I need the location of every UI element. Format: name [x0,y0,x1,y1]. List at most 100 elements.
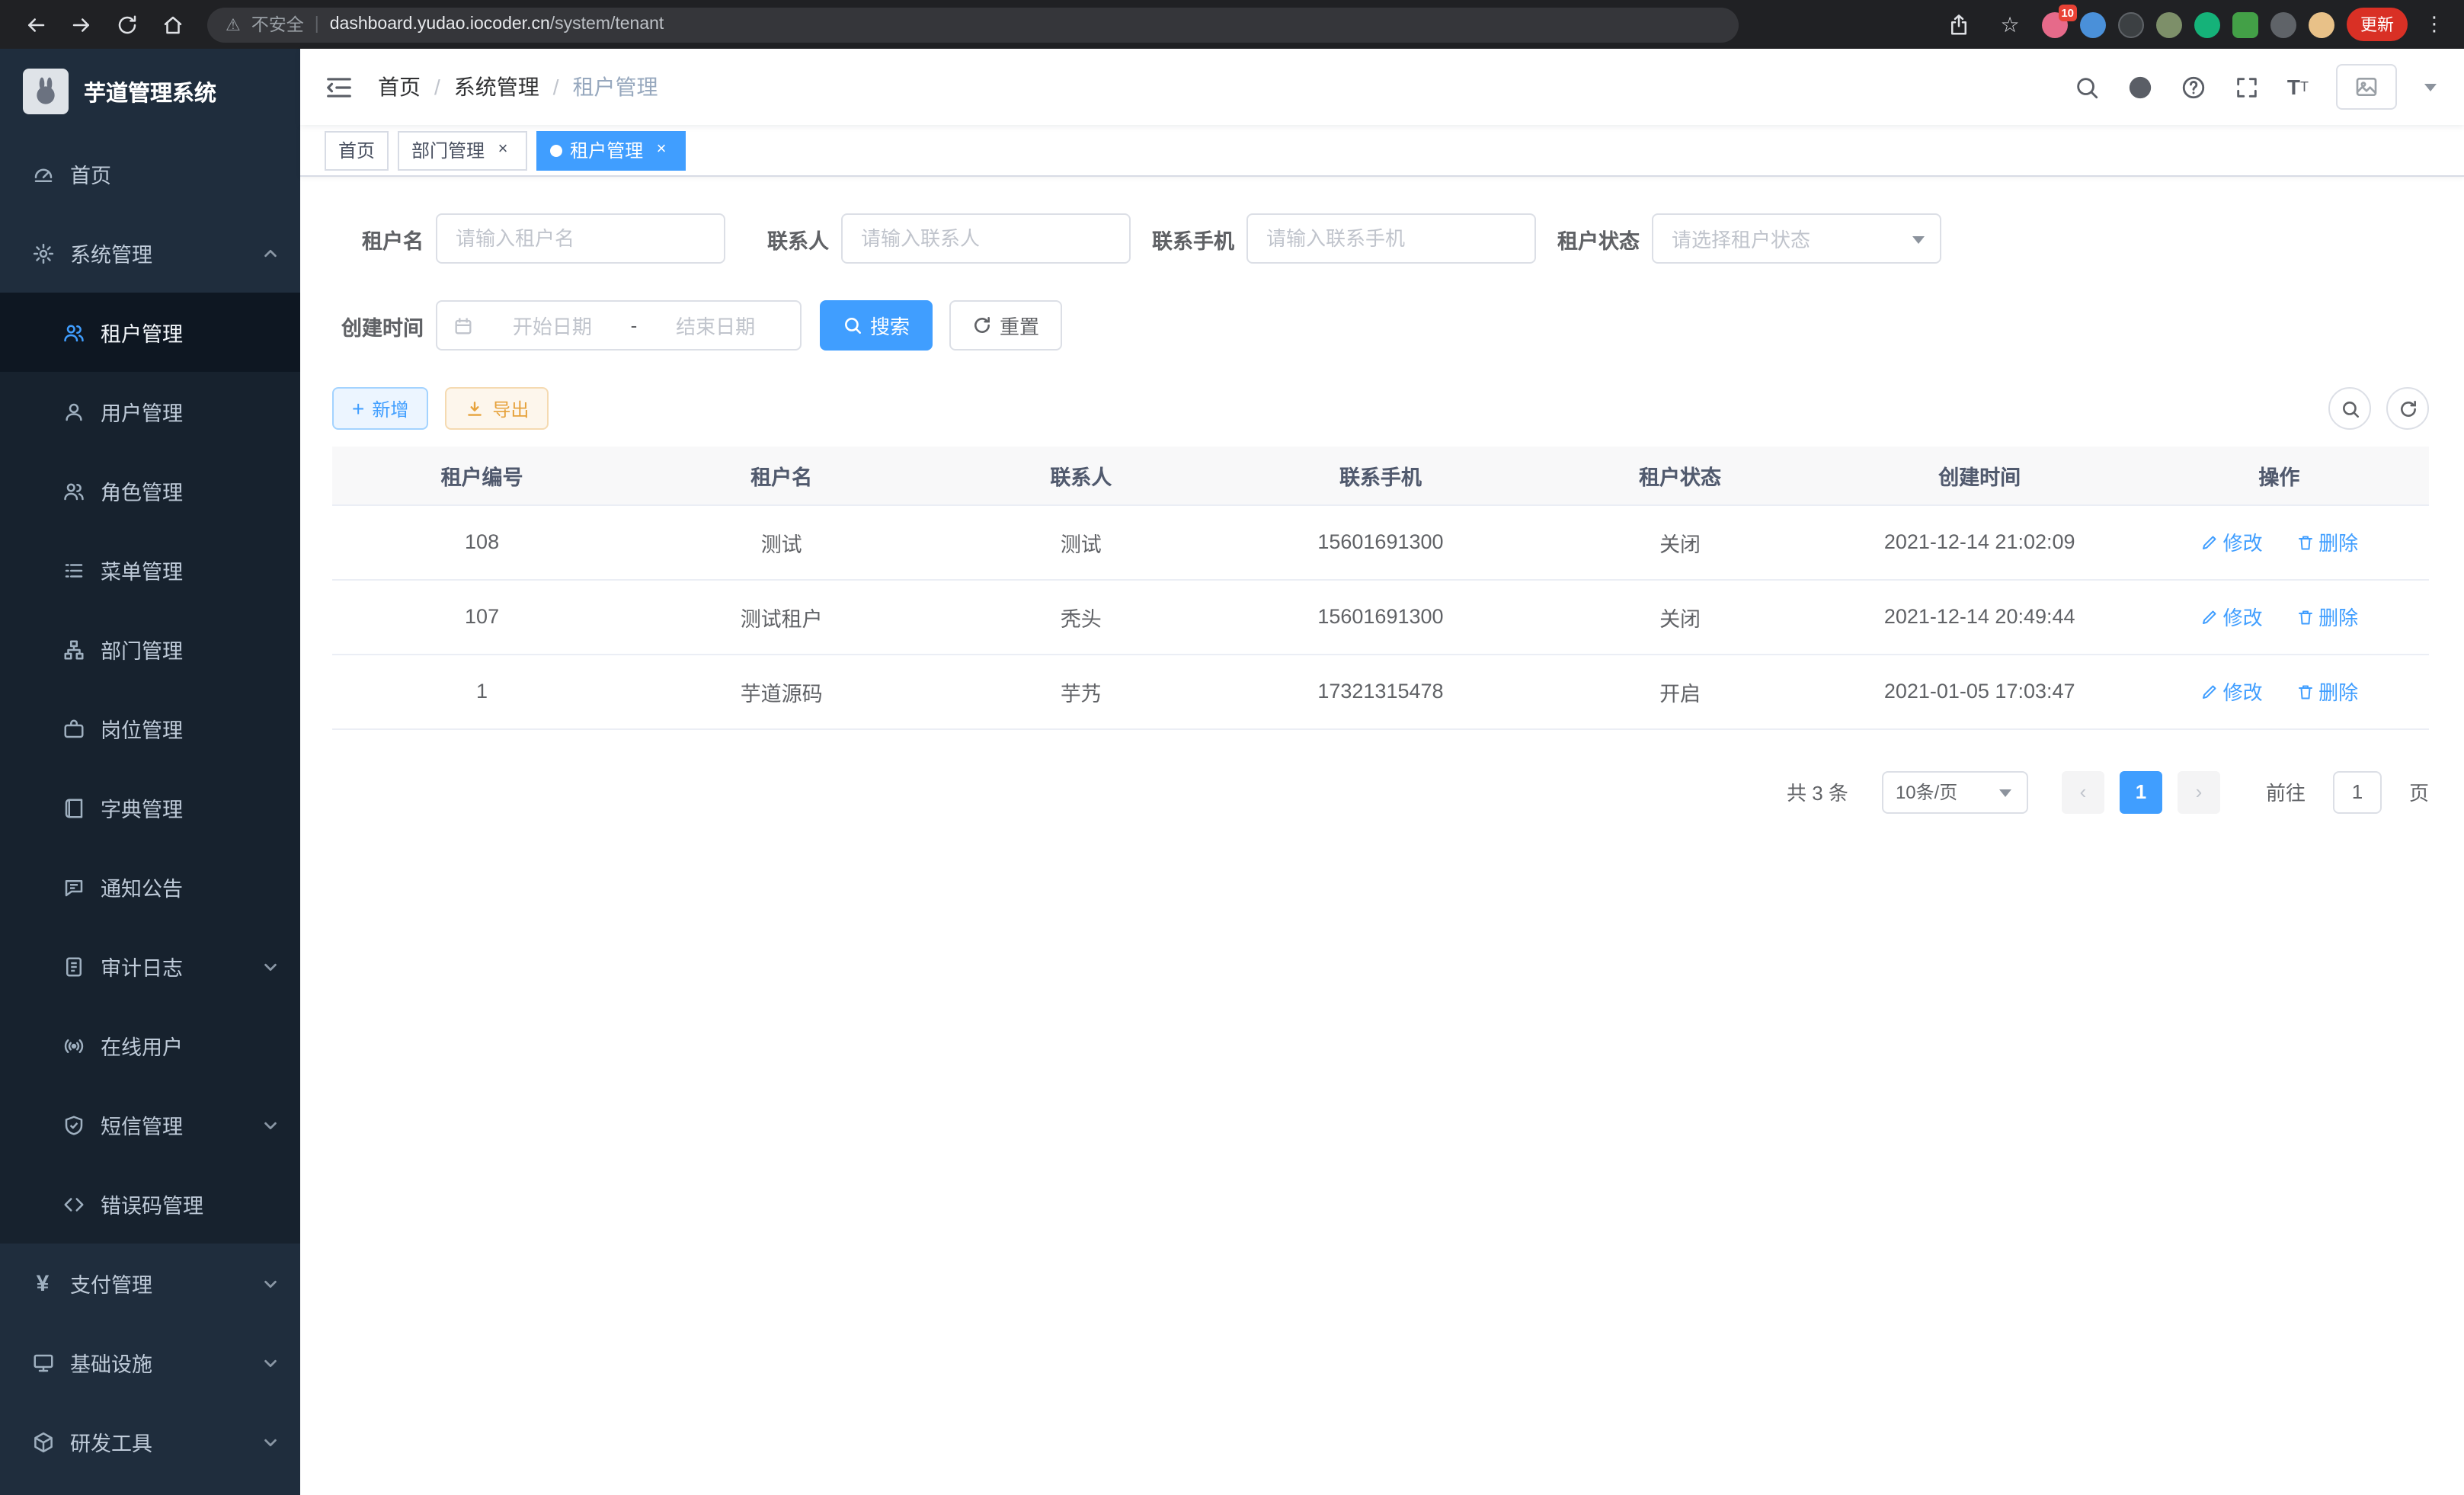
sidebar-item-error-code[interactable]: 错误码管理 [0,1164,300,1244]
chevron-down-icon [262,1275,279,1292]
sidebar-item-devtools[interactable]: 研发工具 [0,1402,300,1481]
chevron-down-icon [262,1433,279,1450]
extension-green-chat-icon[interactable] [2232,11,2258,37]
sidebar-item-notice[interactable]: 通知公告 [0,847,300,927]
user-icon [61,399,85,424]
delete-button[interactable]: 删除 [2296,527,2358,556]
edit-button[interactable]: 修改 [2200,527,2263,556]
chevron-up-icon [262,245,279,261]
export-button[interactable]: 导出 [445,387,549,430]
page-size-select[interactable]: 10条/页 [1882,770,2028,813]
contact-input[interactable] [841,213,1131,264]
bookmark-star-icon[interactable]: ☆ [1990,5,2030,44]
sidebar-item-home[interactable]: 首页 [0,134,300,213]
avatar-dropdown-caret-icon[interactable] [2424,83,2437,91]
next-page-button[interactable]: › [2178,770,2220,813]
github-icon[interactable] [2127,74,2153,100]
home-icon[interactable] [152,5,192,44]
sidebar-item-user[interactable]: 用户管理 [0,372,300,451]
header-search-icon[interactable] [2074,74,2100,100]
sidebar-item-role[interactable]: 角色管理 [0,451,300,530]
reset-button[interactable]: 重置 [949,300,1062,351]
forward-icon[interactable] [61,5,101,44]
address-bar[interactable]: ⚠ 不安全 | dashboard.yudao.iocoder.cn/syste… [207,7,1739,42]
security-label[interactable]: 不安全 [251,12,304,37]
sidebar-item-tenant[interactable]: 租户管理 [0,293,300,372]
logo[interactable]: 芋道管理系统 [0,49,300,134]
reload-icon[interactable] [107,5,146,44]
sidebar-item-post[interactable]: 岗位管理 [0,689,300,768]
tenant-name-input[interactable] [436,213,725,264]
sidebar-item-infrastructure[interactable]: 基础设施 [0,1323,300,1402]
url-path: /system/tenant [550,15,664,34]
add-button[interactable]: + 新增 [332,387,428,430]
search-button[interactable]: 搜索 [820,300,933,351]
cell-created: 2021-01-05 17:03:47 [1830,654,2130,728]
browser-chrome: ⚠ 不安全 | dashboard.yudao.iocoder.cn/syste… [0,0,2464,49]
sidebar-item-menu[interactable]: 菜单管理 [0,530,300,610]
sidebar-item-payment[interactable]: ¥ 支付管理 [0,1244,300,1323]
cell-created: 2021-12-14 20:49:44 [1830,579,2130,654]
fullscreen-icon[interactable] [2234,74,2260,100]
edit-button[interactable]: 修改 [2200,602,2263,631]
extensions-puzzle-icon[interactable] [2270,11,2296,37]
delete-button[interactable]: 删除 [2296,602,2358,631]
profile-avatar-icon[interactable] [2309,11,2334,37]
cell-id: 1 [332,654,632,728]
sidebar-item-label: 错误码管理 [101,1189,203,1219]
main-area: 首页 / 系统管理 / 租户管理 TT 首页 部门管 [300,49,2464,1495]
browser-menu-icon[interactable]: ⋮ [2420,12,2449,37]
plus-icon: + [352,398,364,419]
page-url[interactable]: dashboard.yudao.iocoder.cn/system/tenant [330,15,664,34]
user-avatar[interactable] [2336,64,2397,110]
page-content: 租户名 联系人 联系手机 租户状态 请选择租户状态 [300,177,2464,1495]
page-1-button[interactable]: 1 [2120,770,2162,813]
screen: ⚠ 不安全 | dashboard.yudao.iocoder.cn/syste… [0,0,2464,1495]
sidebar-item-dict[interactable]: 字典管理 [0,768,300,847]
audit-log-icon [61,954,85,978]
close-icon[interactable]: × [651,139,672,161]
close-icon[interactable]: × [492,139,514,161]
tab-tenant[interactable]: 租户管理× [536,130,686,170]
status-select[interactable]: 请选择租户状态 [1652,213,1941,264]
cell-phone: 15601691300 [1230,579,1530,654]
filter-phone: 联系手机 [1131,213,1536,264]
sidebar-item-label: 基础设施 [70,1347,152,1378]
tab-home[interactable]: 首页 [325,130,389,170]
date-range-picker[interactable]: 开始日期 - 结束日期 [436,300,802,351]
font-size-icon[interactable]: TT [2287,75,2309,99]
extension-blue-drop-icon[interactable] [2080,11,2106,37]
filter-status: 租户状态 请选择租户状态 [1536,213,1941,264]
extension-dark-circle-icon[interactable] [2118,11,2144,37]
sidebar-item-audit-log[interactable]: 审计日志 [0,927,300,1006]
edit-button[interactable]: 修改 [2200,677,2263,706]
delete-button[interactable]: 删除 [2296,677,2358,706]
sidebar-item-label: 租户管理 [101,317,183,347]
prev-page-button[interactable]: ‹ [2062,770,2104,813]
extension-pink-icon[interactable]: 10 [2042,11,2068,37]
extension-olive-icon[interactable] [2156,11,2182,37]
breadcrumb-system[interactable]: 系统管理 [454,72,539,102]
tab-dept[interactable]: 部门管理× [398,130,527,170]
sidebar-item-label: 在线用户 [101,1030,183,1061]
help-icon[interactable] [2181,74,2206,100]
breadcrumb-home[interactable]: 首页 [378,72,421,102]
cell-contact: 芋艿 [931,654,1230,728]
update-button[interactable]: 更新 [2347,8,2408,41]
hide-search-icon[interactable] [2328,387,2371,430]
sidebar-item-dept[interactable]: 部门管理 [0,610,300,689]
share-icon[interactable] [1938,5,1978,44]
goto-page-input[interactable] [2333,770,2382,813]
sidebar-collapse-icon[interactable] [325,72,354,101]
col-contact: 联系人 [931,447,1230,504]
sidebar-item-sms[interactable]: 短信管理 [0,1085,300,1164]
sidebar-item-online-users[interactable]: 在线用户 [0,1006,300,1085]
extension-green-check-icon[interactable] [2194,11,2220,37]
sidebar-item-system[interactable]: 系统管理 [0,213,300,293]
refresh-table-icon[interactable] [2386,387,2429,430]
back-icon[interactable] [15,5,55,44]
sidebar-item-label: 研发工具 [70,1426,152,1457]
filter-row-2: 创建时间 开始日期 - 结束日期 搜索 重置 [332,300,2429,351]
contact-label: 联系人 [725,223,841,254]
phone-input[interactable] [1246,213,1536,264]
